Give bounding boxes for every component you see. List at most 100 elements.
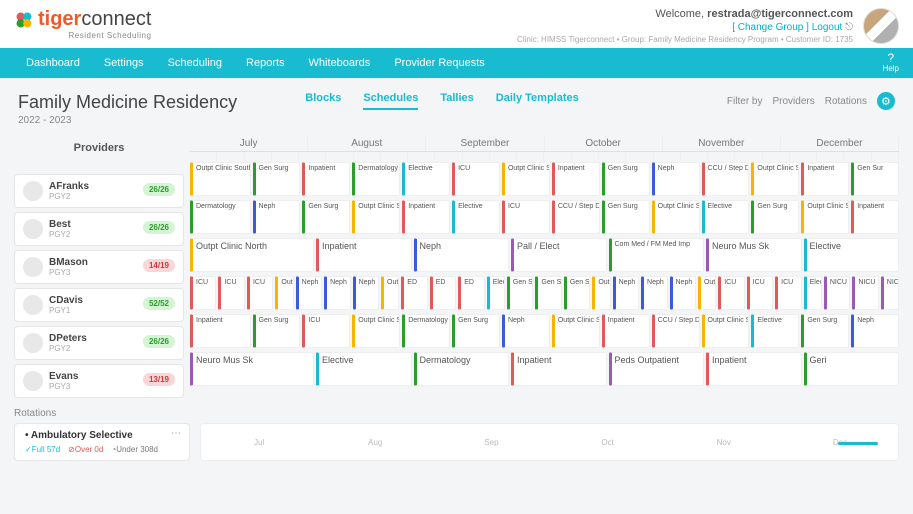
rotation-block[interactable]: NICU [824, 276, 850, 310]
rotation-block[interactable]: Elective [804, 238, 900, 272]
rotation-block[interactable]: Outpt Clinic South [801, 200, 849, 234]
rotation-block[interactable]: Neph [324, 276, 350, 310]
rotation-block[interactable]: ICU [502, 200, 550, 234]
rotation-block[interactable]: ED [401, 276, 427, 310]
rotation-block[interactable]: Gen Surg [253, 314, 301, 348]
rotation-block[interactable]: Neph [641, 276, 667, 310]
rotation-block[interactable]: Inpatient [552, 162, 600, 196]
rotation-block[interactable]: ICU [218, 276, 244, 310]
rotation-block[interactable]: ICU [302, 314, 350, 348]
rotation-block[interactable]: Outpt Clinic South [702, 314, 750, 348]
rotation-block[interactable]: CCU / Step Down [552, 200, 600, 234]
rotation-block[interactable]: Dermatology [190, 200, 251, 234]
filter-providers[interactable]: Providers [772, 96, 814, 107]
user-avatar[interactable] [863, 8, 899, 44]
rotation-block[interactable]: Gen Sur [851, 162, 899, 196]
rotation-block[interactable]: Elective [402, 162, 450, 196]
rotation-block[interactable]: Gen Surg [751, 200, 799, 234]
rotation-block[interactable]: Electiv [487, 276, 505, 310]
rotation-block[interactable]: Dermatology [402, 314, 450, 348]
rotation-block[interactable]: Neph [414, 238, 510, 272]
rotation-block[interactable]: ICU [190, 276, 216, 310]
rotation-block[interactable]: Elective [452, 200, 500, 234]
tab-schedules[interactable]: Schedules [363, 92, 418, 110]
rotation-block[interactable]: ED [458, 276, 484, 310]
rotation-block[interactable]: Inpatient [190, 314, 251, 348]
rotation-block[interactable]: Elective [751, 314, 799, 348]
rotation-block[interactable]: Inpatient [801, 162, 849, 196]
nav-settings[interactable]: Settings [104, 57, 144, 69]
rotation-card[interactable]: ⋯ • Ambulatory Selective ✓Full 57d ⊘Over… [14, 423, 190, 461]
rotation-block[interactable]: CCU / Step Down [702, 162, 750, 196]
rotation-block[interactable]: Outpt Clinic South [502, 162, 550, 196]
rotation-block[interactable]: ED [430, 276, 456, 310]
rotation-block[interactable]: Outpt Clinic North [190, 238, 314, 272]
provider-card[interactable]: AFranks PGY2 26/26 [14, 174, 184, 208]
rotation-block[interactable]: Neph [652, 162, 700, 196]
rotation-block[interactable]: Outpt Clinic South [352, 200, 400, 234]
rotation-block[interactable]: Outpt Clinic South [652, 200, 700, 234]
tab-tallies[interactable]: Tallies [440, 92, 473, 110]
filter-rotations[interactable]: Rotations [825, 96, 867, 107]
nav-scheduling[interactable]: Scheduling [168, 57, 222, 69]
rotation-block[interactable]: Inpatient [511, 352, 607, 386]
rotation-block[interactable]: ICU [452, 162, 500, 196]
rotation-block[interactable]: Outpt Clinic South [552, 314, 600, 348]
tab-blocks[interactable]: Blocks [305, 92, 341, 110]
rotation-block[interactable]: Electiv [804, 276, 822, 310]
rotation-block[interactable]: Neuro Mus Sk [706, 238, 802, 272]
help-button[interactable]: ? Help [883, 52, 899, 73]
rotation-block[interactable]: NICU [852, 276, 878, 310]
change-group-link[interactable]: [ Change Group ] [732, 22, 809, 33]
rotation-block[interactable]: Outpt [275, 276, 293, 310]
tab-daily-templates[interactable]: Daily Templates [496, 92, 579, 110]
rotation-block[interactable]: Neph [670, 276, 696, 310]
rotation-block[interactable]: Gen Surg [253, 162, 301, 196]
rotation-block[interactable]: Geri [804, 352, 900, 386]
nav-reports[interactable]: Reports [246, 57, 285, 69]
rotation-block[interactable]: CCU / Step Down [652, 314, 700, 348]
rotation-block[interactable]: Neuro Mus Sk [190, 352, 314, 386]
rotation-block[interactable]: Neph [851, 314, 899, 348]
rotation-block[interactable]: Neph [253, 200, 301, 234]
rotation-block[interactable]: Inpatient [402, 200, 450, 234]
provider-card[interactable]: Best PGY2 26/26 [14, 212, 184, 246]
settings-gear-icon[interactable]: ⚙ [877, 92, 895, 110]
rotation-block[interactable]: Neph [296, 276, 322, 310]
rotation-block[interactable]: Gen Surg [602, 200, 650, 234]
rotation-block[interactable]: Gen S [564, 276, 590, 310]
rotation-block[interactable]: Gen S [507, 276, 533, 310]
rotation-block[interactable]: ICU [747, 276, 773, 310]
logout-link[interactable]: Logout [812, 22, 843, 33]
rotation-block[interactable]: Outpt [698, 276, 716, 310]
rotation-block[interactable]: Inpatient [316, 238, 412, 272]
nav-whiteboards[interactable]: Whiteboards [309, 57, 371, 69]
rotation-block[interactable]: Peds Outpatient [609, 352, 705, 386]
rotation-block[interactable]: Neph [502, 314, 550, 348]
rotation-block[interactable]: ICU [718, 276, 744, 310]
rotation-block[interactable]: Elective [702, 200, 750, 234]
rotation-block[interactable]: Gen S [535, 276, 561, 310]
provider-card[interactable]: DPeters PGY2 26/26 [14, 326, 184, 360]
rotation-block[interactable]: Outpt Clinic South [751, 162, 799, 196]
rotation-timeline[interactable]: JulAugSepOctNovDec [200, 423, 899, 461]
rotation-block[interactable]: ICU [247, 276, 273, 310]
nav-provider-requests[interactable]: Provider Requests [394, 57, 485, 69]
rotation-block[interactable]: ICU [775, 276, 801, 310]
rotation-block[interactable]: Outpt Clinic South [190, 162, 251, 196]
rotation-block[interactable]: Neph [613, 276, 639, 310]
nav-dashboard[interactable]: Dashboard [26, 57, 80, 69]
rotation-block[interactable]: Dermatology [414, 352, 510, 386]
rotation-block[interactable]: Com Med / FM Med Imp [609, 238, 705, 272]
rotation-block[interactable]: Gen Surg [452, 314, 500, 348]
provider-card[interactable]: BMason PGY3 14/19 [14, 250, 184, 284]
provider-card[interactable]: CDavis PGY1 52/52 [14, 288, 184, 322]
rotation-block[interactable]: Outpt [381, 276, 399, 310]
rotation-block[interactable]: Dermatology [352, 162, 400, 196]
rotation-block[interactable]: Gen Surg [801, 314, 849, 348]
rotation-block[interactable]: Elective [316, 352, 412, 386]
rotation-block[interactable]: Inpatient [706, 352, 802, 386]
rotation-block[interactable]: Outpt [592, 276, 610, 310]
rotation-block[interactable]: Neph [353, 276, 379, 310]
rotation-block[interactable]: Inpatient [602, 314, 650, 348]
